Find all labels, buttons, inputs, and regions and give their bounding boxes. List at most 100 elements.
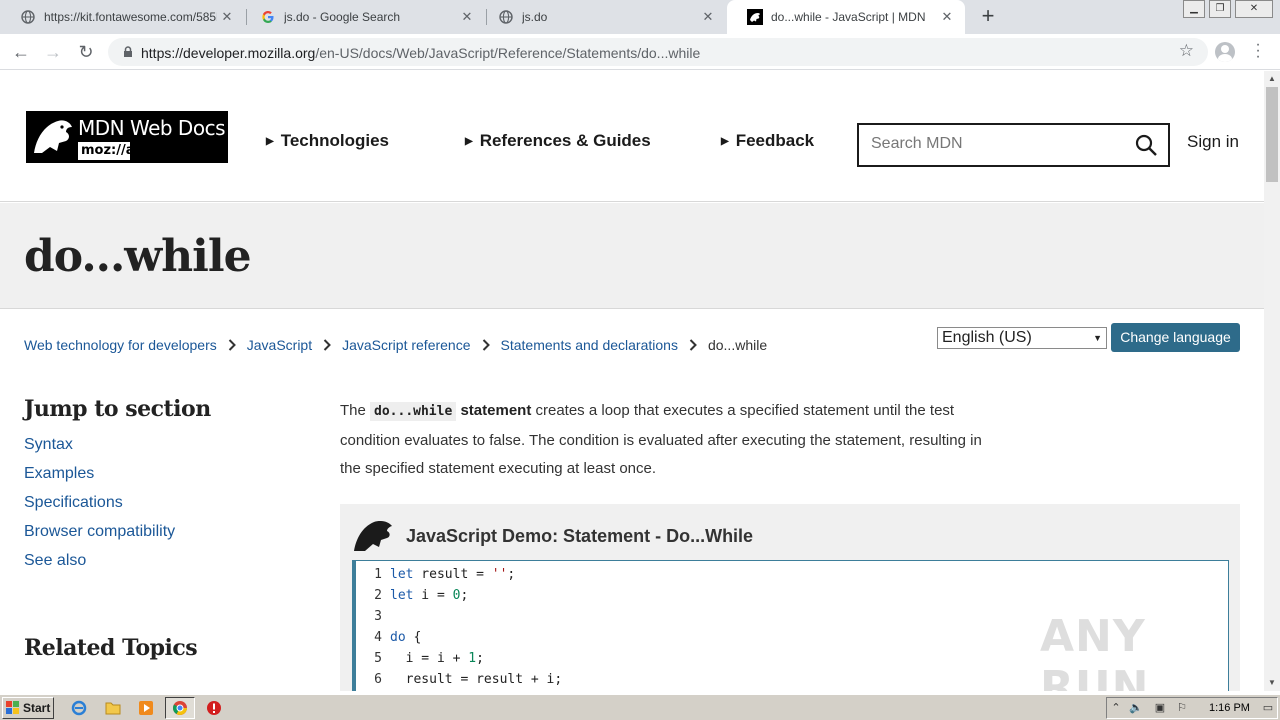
close-tab-icon[interactable]: ✕ <box>698 9 718 25</box>
related-topics-heading: Related Topics <box>24 635 198 661</box>
globe-icon <box>20 9 36 25</box>
jump-link-browser-compatibility[interactable]: Browser compatibility <box>24 523 211 552</box>
code-line: 2 let i = 0; <box>356 585 468 606</box>
folder-icon[interactable] <box>104 699 122 717</box>
page-scrollbar[interactable]: ▲ ▼ <box>1264 71 1280 691</box>
line-number: 1 <box>374 567 382 582</box>
scrollbar-thumb[interactable] <box>1266 87 1278 182</box>
tab-title: https://kit.fontawesome.com/585b0 <box>44 10 217 24</box>
browser-tab-google-search[interactable]: js.do - Google Search ✕ <box>240 0 485 34</box>
minimize-window-icon[interactable]: ▁ <box>1183 0 1205 18</box>
jump-to-section: Jump to section Syntax Examples Specific… <box>24 396 211 581</box>
search-input[interactable] <box>871 135 1121 153</box>
code-text: i = i + 1; <box>390 651 484 666</box>
profile-avatar-icon[interactable] <box>1215 42 1235 62</box>
start-button[interactable]: Start <box>2 697 54 719</box>
jump-link-specifications[interactable]: Specifications <box>24 494 211 523</box>
line-number: 4 <box>374 630 382 645</box>
breadcrumb-link[interactable]: JavaScript <box>247 337 312 353</box>
mdn-dinosaur-icon <box>34 120 72 153</box>
chevron-right-icon <box>482 339 490 351</box>
bookmark-star-icon[interactable]: ☆ <box>1179 41 1194 61</box>
nav-technologies[interactable]: ▶ Technologies <box>266 131 389 151</box>
page-title: do...while <box>24 231 252 282</box>
line-number: 6 <box>374 672 382 687</box>
chevron-right-icon <box>689 339 697 351</box>
sign-in-link[interactable]: Sign in <box>1187 132 1239 152</box>
demo-title: JavaScript Demo: Statement - Do...While <box>406 526 754 546</box>
scroll-up-arrow-icon[interactable]: ▲ <box>1264 71 1280 87</box>
jump-list: Syntax Examples Specifications Browser c… <box>24 436 211 581</box>
chevron-right-icon <box>228 339 236 351</box>
address-bar[interactable]: https://developer.mozilla.org/en-US/docs… <box>108 38 1208 66</box>
code-line: 1 let result = ''; <box>356 564 515 585</box>
url-path: /en-US/docs/Web/JavaScript/Reference/Sta… <box>315 45 701 61</box>
code-text: result = result + i; <box>390 672 563 687</box>
scroll-down-arrow-icon[interactable]: ▼ <box>1264 675 1280 691</box>
stop-sign-icon[interactable] <box>205 699 223 717</box>
code-text: let result = ''; <box>390 567 516 582</box>
forward-arrow-icon[interactable]: → <box>41 40 65 64</box>
tab-title: js.do <box>522 10 548 24</box>
code-line: 6 result = result + i; <box>356 669 562 690</box>
inline-code: do...while <box>370 402 457 421</box>
nav-feedback[interactable]: ▶ Feedback <box>721 131 814 151</box>
site-header: MDN Web Docs moz://a ▶ Technologies ▶ Refe… <box>0 71 1264 202</box>
dropdown-arrow-icon: ▼ <box>1093 333 1102 343</box>
lock-icon <box>124 46 132 57</box>
code-line: 3 <box>356 606 390 627</box>
jump-link-syntax[interactable]: Syntax <box>24 436 211 465</box>
nav-label: References & Guides <box>479 131 651 150</box>
change-language-button[interactable]: Change language <box>1111 323 1240 352</box>
browser-tab-mdn[interactable]: do...while - JavaScript | MDN ✕ <box>727 0 965 34</box>
media-player-icon[interactable] <box>137 699 155 717</box>
browser-tab-jsdo[interactable]: js.do ✕ <box>478 0 726 34</box>
close-tab-icon[interactable]: ✕ <box>937 9 957 25</box>
chrome-icon[interactable] <box>171 699 189 717</box>
restore-window-icon[interactable]: ❐ <box>1209 0 1231 18</box>
nav-references-guides[interactable]: ▶ References & Guides <box>465 131 651 151</box>
google-icon <box>260 9 276 25</box>
browser-tab-bar: https://kit.fontawesome.com/585b0 ✕ js.d… <box>0 0 1280 34</box>
taskbar-clock: 1:16 PM <box>1209 702 1250 714</box>
tray-expand-icon[interactable]: ⌃ <box>1109 701 1123 715</box>
close-window-icon[interactable]: ✕ <box>1235 0 1273 18</box>
mdn-logo[interactable]: MDN Web Docs moz://a <box>26 111 228 163</box>
intro-paragraph: The do...while statement creates a loop … <box>340 397 1005 484</box>
line-number: 5 <box>374 651 382 666</box>
close-tab-icon[interactable]: ✕ <box>457 9 477 25</box>
jump-link-see-also[interactable]: See also <box>24 552 211 581</box>
show-desktop-icon[interactable]: ▭ <box>1261 701 1275 715</box>
nav-label: Technologies <box>280 131 390 150</box>
breadcrumb-current: do...while <box>707 337 768 353</box>
back-arrow-icon[interactable]: ← <box>9 40 33 64</box>
internet-explorer-icon[interactable] <box>70 699 88 717</box>
breadcrumb-link[interactable]: Web technology for developers <box>24 337 217 353</box>
breadcrumb-link[interactable]: JavaScript reference <box>342 337 470 353</box>
tab-title: do...while - JavaScript | MDN <box>771 10 926 24</box>
line-number: 2 <box>374 588 382 603</box>
start-label: Start <box>23 701 51 715</box>
globe-icon <box>498 9 514 25</box>
browser-toolbar: ← → ↻ https://developer.mozilla.org/en-U… <box>0 34 1280 70</box>
close-tab-icon[interactable]: ✕ <box>217 9 237 25</box>
flag-icon[interactable]: ⚐ <box>1175 701 1189 715</box>
url-text: https://developer.mozilla.org/en-US/docs… <box>141 45 700 61</box>
breadcrumb: Web technology for developers JavaScript… <box>24 337 767 353</box>
browser-menu-icon[interactable]: · · · <box>1250 37 1266 65</box>
breadcrumb-link[interactable]: Statements and declarations <box>501 337 678 353</box>
search-icon[interactable] <box>1134 133 1158 157</box>
jump-link-examples[interactable]: Examples <box>24 465 211 494</box>
new-tab-button[interactable]: + <box>976 5 1000 29</box>
windows-taskbar: Start ⌃ 🔈 ▣ ⚐ 1:16 PM ▭ <box>0 694 1280 720</box>
expand-triangle-icon: ▶ <box>721 135 729 147</box>
code-line: 4 do { <box>356 627 421 648</box>
volume-icon[interactable]: 🔈 <box>1129 701 1143 715</box>
tab-title: js.do - Google Search <box>284 10 401 24</box>
expand-triangle-icon: ▶ <box>465 135 473 147</box>
reload-icon[interactable]: ↻ <box>74 40 98 64</box>
language-select[interactable]: English (US) ▼ <box>937 327 1107 349</box>
network-icon[interactable]: ▣ <box>1153 701 1167 715</box>
browser-tab-fontawesome[interactable]: https://kit.fontawesome.com/585b0 ✕ <box>0 0 245 34</box>
